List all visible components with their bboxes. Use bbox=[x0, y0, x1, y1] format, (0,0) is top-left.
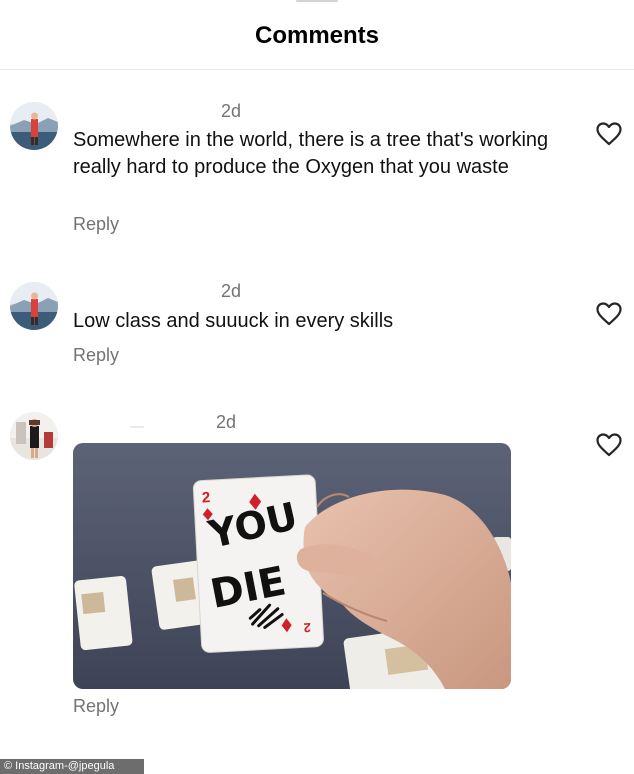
reply-button[interactable]: Reply bbox=[73, 345, 119, 366]
avatar[interactable] bbox=[10, 412, 58, 460]
heart-icon[interactable] bbox=[596, 122, 622, 146]
image-credit-watermark: © Instagram-@jpegula bbox=[0, 759, 144, 774]
reply-button[interactable]: Reply bbox=[73, 696, 119, 717]
comment-timestamp: 2d bbox=[216, 412, 237, 432]
username-hidden bbox=[130, 426, 144, 428]
page-title: Comments bbox=[254, 22, 380, 49]
avatar[interactable] bbox=[10, 282, 58, 330]
heart-icon[interactable] bbox=[596, 433, 622, 457]
card-rank-top: 2 bbox=[201, 489, 210, 506]
comment-timestamp: 2d bbox=[221, 281, 242, 301]
comment-timestamp: 2d bbox=[221, 101, 242, 121]
heart-icon[interactable] bbox=[596, 302, 622, 326]
card-rank-bottom: 2 bbox=[303, 620, 311, 635]
comment-image[interactable]: 2 YOU DIE 2 bbox=[73, 443, 511, 689]
avatar[interactable] bbox=[10, 102, 58, 150]
comment-text: Somewhere in the world, there is a tree … bbox=[73, 129, 549, 178]
comment-text: Low class and suuuck in every skills bbox=[73, 310, 394, 332]
reply-button[interactable]: Reply bbox=[73, 214, 119, 235]
comments-header: Comments bbox=[0, 0, 634, 70]
